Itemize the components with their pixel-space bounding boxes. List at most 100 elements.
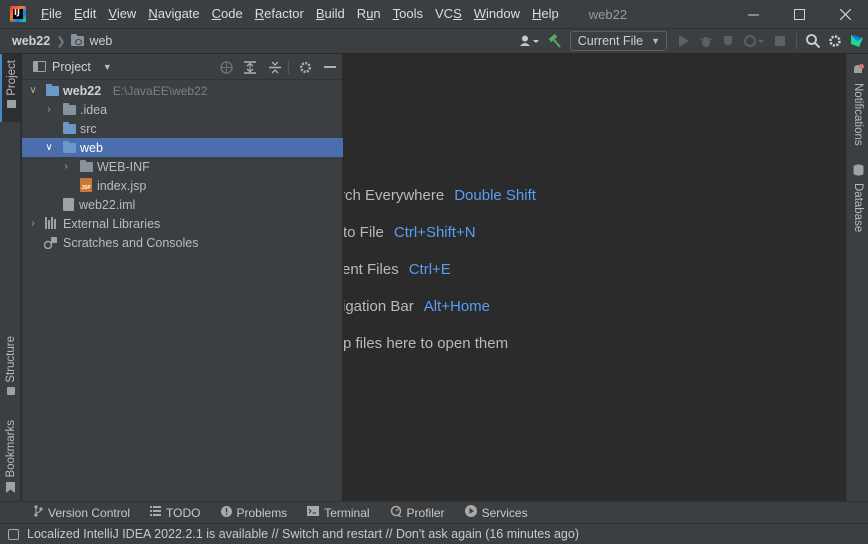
tree-item-webinf[interactable]: › WEB-INF <box>22 157 343 176</box>
build-hammer-icon[interactable] <box>544 29 566 53</box>
run-configuration-dropdown[interactable]: Current File ▼ <box>569 31 667 51</box>
header-divider <box>288 60 289 74</box>
tree-item-label: src <box>80 121 97 136</box>
tree-item-src[interactable]: src <box>22 119 343 138</box>
jetbrains-toolbox-icon[interactable] <box>846 29 868 53</box>
tool-tab-todo[interactable]: TODO <box>150 506 201 520</box>
tool-windows-toggle-icon[interactable] <box>8 528 19 540</box>
chevron-right-icon[interactable]: › <box>61 161 71 172</box>
project-tool-window: Project ▼ ∨ web22 E:\JavaEE\web22 › .ide… <box>22 54 343 501</box>
chevron-down-icon[interactable]: ∨ <box>44 142 54 153</box>
tool-tab-bookmarks-label: Bookmarks <box>4 420 17 478</box>
tool-tab-notifications-label: Notifications <box>852 83 864 146</box>
services-play-icon <box>464 505 477 520</box>
menu-file[interactable]: File <box>35 0 68 28</box>
collapse-all-icon[interactable] <box>266 58 284 76</box>
tree-item-root[interactable]: ∨ web22 E:\JavaEE\web22 <box>22 81 343 100</box>
tree-item-idea[interactable]: › .idea <box>22 100 343 119</box>
tree-item-label: Scratches and Consoles <box>63 235 199 250</box>
menu-vcs[interactable]: VCS <box>429 0 468 28</box>
tree-root-path: E:\JavaEE\web22 <box>112 83 208 98</box>
chevron-down-icon[interactable]: ▼ <box>103 62 112 72</box>
tool-tab-problems[interactable]: Problems <box>220 505 287 520</box>
tool-tab-bookmarks[interactable]: Bookmarks <box>0 420 21 496</box>
branch-icon <box>34 505 43 520</box>
tree-item-label: web22.iml <box>79 197 136 212</box>
library-icon <box>45 217 58 229</box>
account-icon[interactable] <box>514 29 544 53</box>
tool-tab-services[interactable]: Services <box>464 505 528 520</box>
menu-tools[interactable]: Tools <box>387 0 429 28</box>
menu-refactor[interactable]: Refactor <box>249 0 310 28</box>
menu-navigate[interactable]: Navigate <box>142 0 205 28</box>
maximize-icon[interactable] <box>776 0 822 28</box>
stop-icon[interactable] <box>769 29 791 53</box>
tool-tab-database[interactable]: Database <box>847 164 868 232</box>
menu-edit[interactable]: Edit <box>68 0 102 28</box>
menu-help[interactable]: Help <box>526 0 565 28</box>
breadcrumb-folder[interactable]: web <box>89 34 112 48</box>
coverage-icon[interactable] <box>717 29 739 53</box>
tool-tab-version-control[interactable]: Version Control <box>34 505 130 520</box>
chevron-down-icon[interactable]: ∨ <box>28 85 38 96</box>
hint-navigation-bar: igation Bar Alt+Home <box>344 298 490 315</box>
minimize-icon[interactable] <box>730 0 776 28</box>
tree-item-label: web <box>80 140 103 155</box>
menu-code[interactable]: Code <box>206 0 249 28</box>
tool-tab-profiler[interactable]: Profiler <box>390 505 445 520</box>
tool-tab-database-label: Database <box>852 183 864 233</box>
tree-item-web[interactable]: ∨ web <box>22 138 343 157</box>
hint-search-everywhere: rch Everywhere Double Shift <box>344 187 536 204</box>
hint-recent-files: ent Files Ctrl+E <box>344 261 451 278</box>
tree-item-scratches[interactable]: Scratches and Consoles <box>22 233 343 252</box>
logo-text: IJ <box>14 8 20 17</box>
search-icon[interactable] <box>802 29 824 53</box>
chevron-down-icon: ▼ <box>651 36 660 46</box>
navigation-bar: web22 ❯ web Current File ▼ <box>0 28 868 54</box>
project-view-selector[interactable]: Project <box>52 60 91 74</box>
profile-icon[interactable] <box>739 29 769 53</box>
breadcrumb-project[interactable]: web22 <box>12 34 50 48</box>
panel-options-gear-icon[interactable] <box>296 58 314 76</box>
bottom-bar-corner <box>0 501 22 523</box>
menu-view[interactable]: View <box>102 0 142 28</box>
menu-build[interactable]: Build <box>310 0 351 28</box>
run-configuration-label: Current File <box>577 34 644 48</box>
profiler-icon <box>390 505 402 520</box>
debug-icon[interactable] <box>695 29 717 53</box>
intellij-logo-icon[interactable]: IJ <box>10 6 26 22</box>
tree-item-iml[interactable]: web22.iml <box>22 195 343 214</box>
chevron-right-icon[interactable]: › <box>44 104 54 115</box>
hint-drop-files: p files here to open them <box>344 335 509 352</box>
tool-tab-terminal[interactable]: Terminal <box>307 505 370 520</box>
tree-item-indexjsp[interactable]: JSP index.jsp <box>22 176 343 195</box>
left-tool-strip: Project Structure Bookmarks <box>0 54 21 501</box>
locate-file-icon[interactable] <box>217 58 235 76</box>
chevron-right-icon[interactable]: › <box>28 218 38 229</box>
bottom-bar-corner <box>846 501 868 523</box>
tool-tab-project-label: Project <box>5 60 18 96</box>
hint-go-to-file: to File Ctrl+Shift+N <box>344 224 476 241</box>
menu-window[interactable]: Window <box>468 0 526 28</box>
web-folder-icon <box>71 34 85 46</box>
tool-tab-notifications[interactable]: Notifications <box>847 64 868 146</box>
run-icon[interactable] <box>673 29 695 53</box>
tool-tab-project[interactable]: Project <box>0 54 21 122</box>
expand-all-icon[interactable] <box>241 58 259 76</box>
tree-item-label: WEB-INF <box>97 159 150 174</box>
hide-panel-icon[interactable] <box>321 58 339 76</box>
module-folder-icon <box>46 84 59 96</box>
title-bar: IJ File Edit View Navigate Code Refactor… <box>0 0 868 28</box>
tree-item-external-libraries[interactable]: › External Libraries <box>22 214 343 233</box>
tool-tab-label: Terminal <box>324 505 370 520</box>
status-message[interactable]: Localized IntelliJ IDEA 2022.2.1 is avai… <box>27 527 579 541</box>
tool-tab-structure[interactable]: Structure <box>0 336 21 395</box>
breadcrumb-separator-icon: ❯ <box>56 35 66 48</box>
settings-gear-icon[interactable] <box>824 29 846 53</box>
menu-run[interactable]: Run <box>351 0 387 28</box>
list-icon <box>150 506 162 519</box>
editor-empty-state: rch Everywhere Double Shift to File Ctrl+S… <box>344 54 846 501</box>
project-panel-header: Project ▼ <box>22 54 342 80</box>
notification-bell-icon <box>852 64 864 79</box>
close-icon[interactable] <box>822 0 868 28</box>
